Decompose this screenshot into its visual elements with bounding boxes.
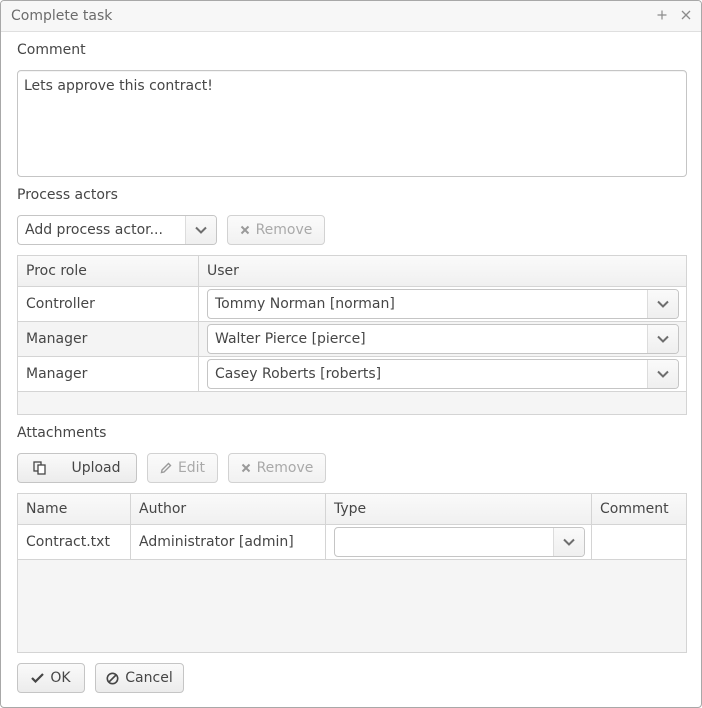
complete-task-window: Complete task Comment Lets approve this … — [0, 0, 702, 708]
pencil-icon — [160, 462, 172, 474]
ok-label: OK — [50, 670, 71, 686]
user-combo-text: Casey Roberts [roberts] — [215, 366, 382, 382]
add-process-actor-text: Add process actor... — [25, 222, 163, 238]
column-header-name[interactable]: Name — [18, 494, 131, 525]
add-process-actor-combo[interactable]: Add process actor... — [17, 215, 217, 245]
comment-textarea[interactable]: Lets approve this contract! — [17, 70, 687, 177]
ok-button[interactable]: OK — [17, 663, 85, 693]
close-icon — [240, 225, 250, 235]
remove-process-actor-label: Remove — [255, 222, 313, 238]
chevron-down-icon — [657, 335, 669, 343]
attachment-name-cell: Contract.txt — [18, 525, 131, 559]
upload-files-icon — [33, 461, 47, 475]
user-dropdown-button[interactable] — [647, 360, 678, 388]
upload-label: Upload — [71, 460, 121, 476]
column-header-comment[interactable]: Comment — [592, 494, 686, 525]
chevron-down-icon — [657, 300, 669, 308]
user-combo[interactable]: Tommy Norman [norman] — [207, 289, 679, 319]
user-dropdown-button[interactable] — [647, 325, 678, 353]
column-header-proc-role[interactable]: Proc role — [18, 256, 199, 287]
user-dropdown-button[interactable] — [647, 290, 678, 318]
attachment-author-cell: Administrator [admin] — [131, 525, 326, 559]
attachments-table-header: Name Author Type Comment — [18, 494, 686, 525]
table-row[interactable]: Manager Walter Pierce [pierce] — [18, 322, 686, 357]
attachment-comment-cell[interactable] — [592, 525, 686, 559]
attachment-type-dropdown-button[interactable] — [553, 528, 584, 556]
user-combo[interactable]: Walter Pierce [pierce] — [207, 324, 679, 354]
upload-button[interactable]: Upload — [17, 453, 137, 483]
table-row[interactable]: Manager Casey Roberts [roberts] — [18, 357, 686, 392]
proc-role-cell: Controller — [18, 287, 199, 321]
process-actors-table-header: Proc role User — [18, 256, 686, 287]
checkmark-icon — [31, 673, 45, 683]
plus-icon[interactable] — [653, 5, 671, 25]
proc-role-cell: Manager — [18, 357, 199, 391]
ban-icon — [106, 672, 119, 685]
process-actors-table: Proc role User Controller Tommy Norman [… — [17, 255, 687, 415]
user-combo[interactable]: Casey Roberts [roberts] — [207, 359, 679, 389]
table-row[interactable]: Controller Tommy Norman [norman] — [18, 287, 686, 322]
close-icon — [241, 463, 251, 473]
edit-attachment-button[interactable]: Edit — [147, 453, 218, 483]
attachment-type-combo[interactable] — [334, 527, 585, 557]
remove-process-actor-button[interactable]: Remove — [227, 215, 325, 245]
cancel-label: Cancel — [125, 670, 173, 686]
window-title: Complete task — [11, 8, 113, 24]
column-header-type[interactable]: Type — [326, 494, 592, 525]
chevron-down-icon — [195, 226, 207, 234]
chevron-down-icon — [563, 538, 575, 546]
remove-attachment-button[interactable]: Remove — [228, 453, 326, 483]
table-row[interactable]: Contract.txt Administrator [admin] — [18, 525, 686, 560]
close-icon[interactable] — [677, 5, 695, 25]
comment-label: Comment — [17, 42, 86, 58]
user-combo-text: Walter Pierce [pierce] — [215, 331, 366, 347]
attachments-table: Name Author Type Comment Contract.txt Ad… — [17, 493, 687, 653]
user-combo-text: Tommy Norman [norman] — [215, 296, 395, 312]
window-titlebar[interactable]: Complete task — [1, 1, 701, 32]
edit-label: Edit — [177, 460, 206, 476]
column-header-author[interactable]: Author — [131, 494, 326, 525]
process-actors-label: Process actors — [17, 187, 118, 203]
remove-attachment-label: Remove — [256, 460, 314, 476]
column-header-user[interactable]: User — [199, 256, 686, 287]
attachments-label: Attachments — [17, 425, 107, 441]
cancel-button[interactable]: Cancel — [95, 663, 184, 693]
add-process-actor-dropdown-button[interactable] — [185, 216, 216, 244]
chevron-down-icon — [657, 370, 669, 378]
proc-role-cell: Manager — [18, 322, 199, 356]
